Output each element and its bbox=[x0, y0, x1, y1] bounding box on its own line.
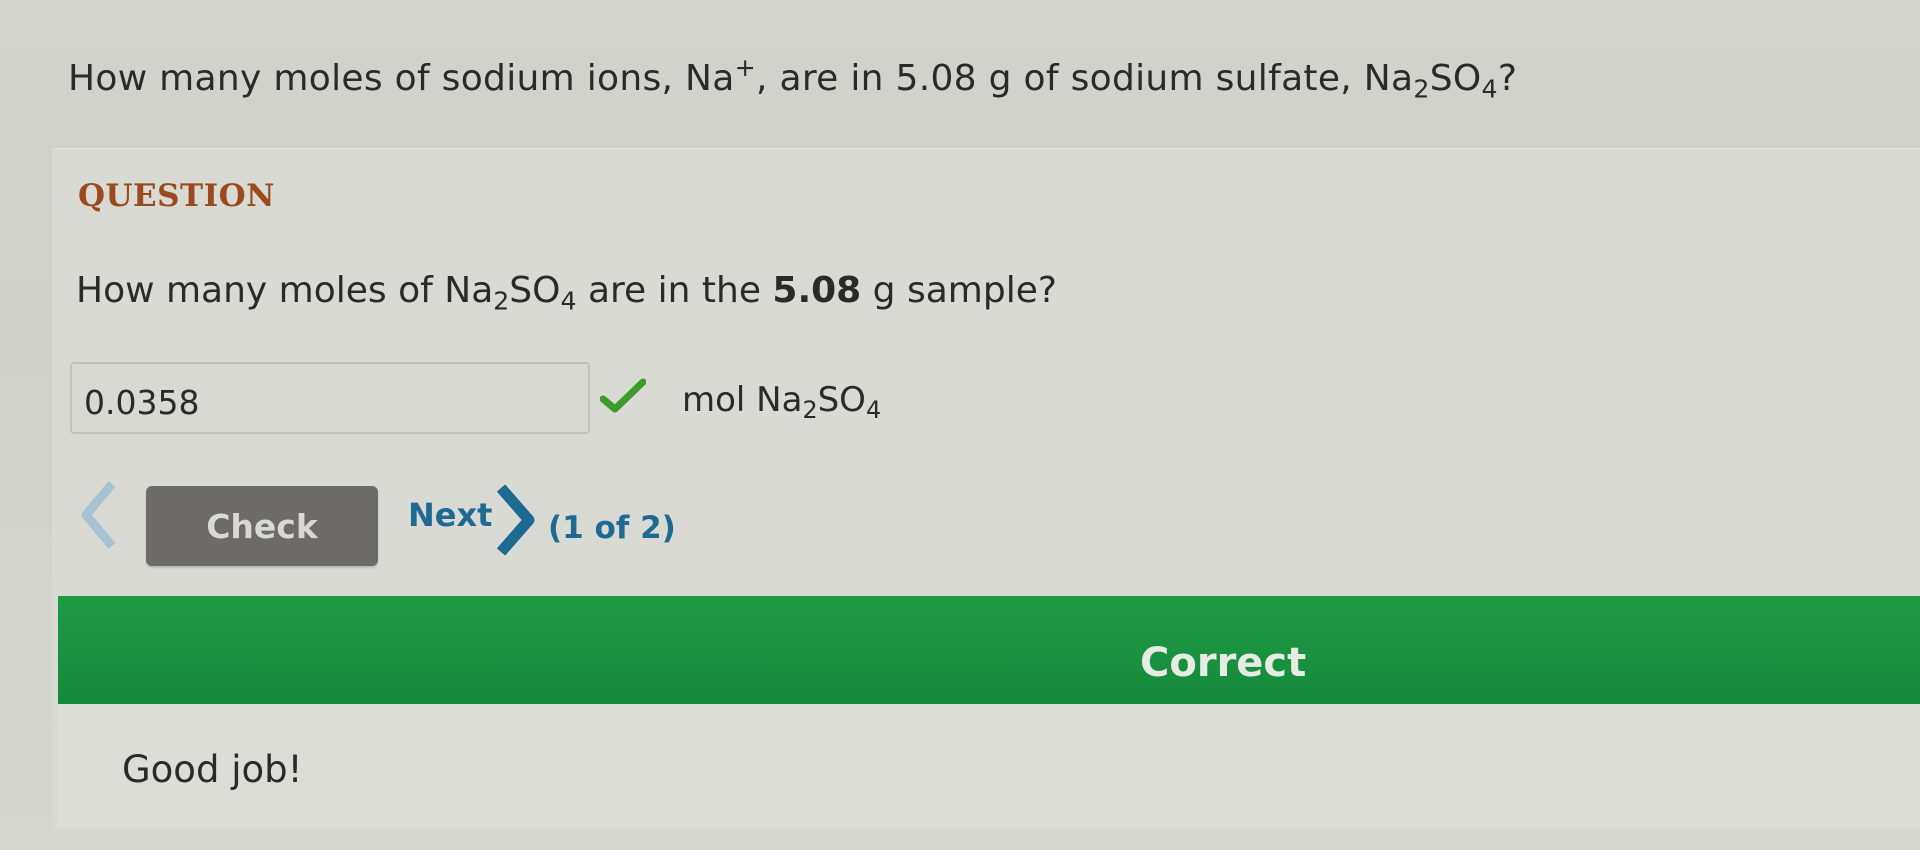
chevron-right-icon[interactable] bbox=[495, 484, 535, 556]
check-mark-icon bbox=[600, 378, 646, 413]
next-link[interactable]: Next bbox=[408, 496, 492, 534]
feedback-banner bbox=[58, 596, 1920, 704]
feedback-title: Correct bbox=[1140, 640, 1307, 686]
feedback-message: Good job! bbox=[122, 748, 303, 791]
unit-label: mol Na2SO4 bbox=[682, 380, 882, 425]
answer-input[interactable] bbox=[70, 362, 590, 434]
page-count: (1 of 2) bbox=[548, 510, 676, 546]
section-label: QUESTION bbox=[78, 178, 275, 214]
feedback-body bbox=[58, 704, 1920, 828]
check-button[interactable]: Check bbox=[146, 486, 378, 566]
chevron-left-icon[interactable] bbox=[76, 480, 122, 550]
sub-question-text: How many moles of Na2SO4 are in the 5.08… bbox=[76, 270, 1057, 316]
main-question-text: How many moles of sodium ions, Na+, are … bbox=[68, 53, 1518, 104]
